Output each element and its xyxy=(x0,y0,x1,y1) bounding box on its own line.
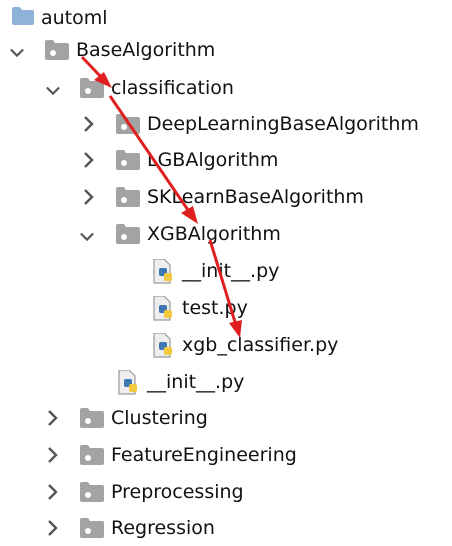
tree-item-init-py[interactable]: __init__.py xyxy=(0,253,452,289)
package-folder-icon xyxy=(116,224,140,244)
package-folder-icon xyxy=(80,445,104,465)
package-folder-icon xyxy=(45,40,69,60)
tree-item-label: Clustering xyxy=(111,407,208,429)
tree-item-clustering[interactable]: Clustering xyxy=(0,400,452,436)
tree-item-label: classification xyxy=(111,77,234,99)
chevron-right-icon[interactable] xyxy=(82,189,96,205)
chevron-right-icon[interactable] xyxy=(46,484,60,500)
tree-item-lgbalgorithm[interactable]: LGBAlgorithm xyxy=(0,142,452,178)
package-folder-icon xyxy=(80,408,104,428)
tree-item-xgbalgorithm[interactable]: XGBAlgorithm xyxy=(0,216,452,252)
tree-item-label: LGBAlgorithm xyxy=(147,149,279,171)
tree-item-label: DeepLearningBaseAlgorithm xyxy=(147,113,419,135)
tree-item-label: Preprocessing xyxy=(111,481,244,503)
folder-icon xyxy=(12,7,34,25)
tree-item-label: SKLearnBaseAlgorithm xyxy=(147,186,364,208)
tree-item-label: XGBAlgorithm xyxy=(147,223,281,245)
tree-item-deeplearningbasealgorithm[interactable]: DeepLearningBaseAlgorithm xyxy=(0,106,452,142)
tree-item-label: xgb_classifier.py xyxy=(182,334,339,356)
chevron-right-icon[interactable] xyxy=(46,447,60,463)
tree-item-sklearnbasealgorithm[interactable]: SKLearnBaseAlgorithm xyxy=(0,179,452,215)
chevron-down-icon[interactable] xyxy=(46,83,60,99)
chevron-right-icon[interactable] xyxy=(82,116,96,132)
tree-item-regression[interactable]: Regression xyxy=(0,510,452,546)
tree-item-basealgorithm[interactable]: BaseAlgorithm xyxy=(0,32,452,68)
chevron-right-icon[interactable] xyxy=(82,152,96,168)
chevron-down-icon[interactable] xyxy=(10,45,24,61)
python-file-icon xyxy=(153,333,172,358)
chevron-down-icon[interactable] xyxy=(80,229,94,245)
tree-item-test-py[interactable]: test.py xyxy=(0,290,452,326)
tree-item-automl[interactable]: automl xyxy=(0,0,452,36)
chevron-right-icon[interactable] xyxy=(46,410,60,426)
package-folder-icon xyxy=(80,518,104,538)
tree-item-init-py[interactable]: __init__.py xyxy=(0,364,452,400)
tree-item-label: __init__.py xyxy=(182,260,280,282)
tree-item-featureengineering[interactable]: FeatureEngineering xyxy=(0,437,452,473)
python-file-icon xyxy=(153,259,172,284)
package-folder-icon xyxy=(80,78,104,98)
chevron-right-icon[interactable] xyxy=(46,520,60,536)
python-file-icon xyxy=(118,370,137,395)
tree-item-label: test.py xyxy=(182,297,248,319)
package-folder-icon xyxy=(116,187,140,207)
tree-item-xgb-classifier-py[interactable]: xgb_classifier.py xyxy=(0,327,452,363)
project-tree: automl BaseAlgorithm classification Deep… xyxy=(0,0,452,546)
tree-item-label: __init__.py xyxy=(147,371,245,393)
tree-item-label: automl xyxy=(41,7,108,29)
tree-item-label: BaseAlgorithm xyxy=(76,39,216,61)
tree-item-classification[interactable]: classification xyxy=(0,70,452,106)
tree-item-label: Regression xyxy=(111,517,215,539)
package-folder-icon xyxy=(116,114,140,134)
python-file-icon xyxy=(153,296,172,321)
package-folder-icon xyxy=(80,482,104,502)
tree-item-label: FeatureEngineering xyxy=(111,444,297,466)
package-folder-icon xyxy=(116,150,140,170)
tree-item-preprocessing[interactable]: Preprocessing xyxy=(0,474,452,510)
